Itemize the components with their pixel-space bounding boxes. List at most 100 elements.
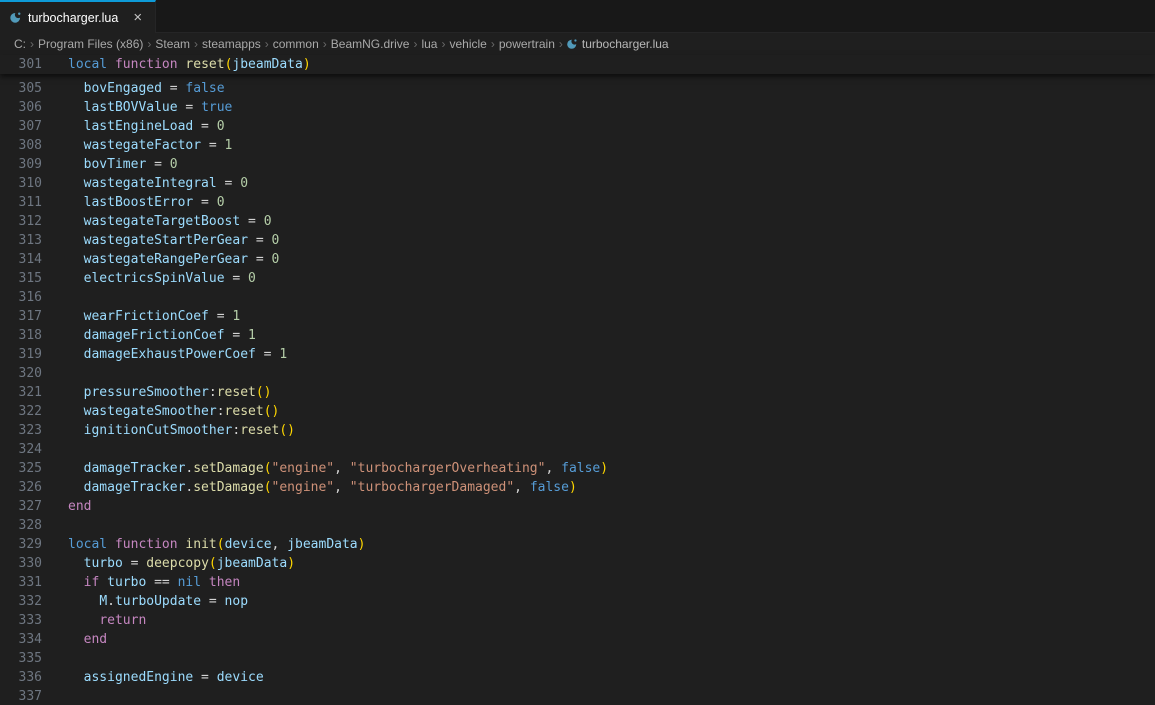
code-line[interactable]: 312 wastegateTargetBoost = 0 xyxy=(0,212,1155,231)
line-number[interactable]: 332 xyxy=(0,592,42,611)
code-line[interactable]: 327end xyxy=(0,497,1155,516)
line-content xyxy=(42,516,68,535)
close-icon[interactable]: × xyxy=(130,9,145,26)
line-number[interactable]: 323 xyxy=(0,421,42,440)
code-line[interactable]: 322 wastegateSmoother:reset() xyxy=(0,402,1155,421)
code-line[interactable]: 311 lastBoostError = 0 xyxy=(0,193,1155,212)
line-number[interactable]: 319 xyxy=(0,345,42,364)
line-number[interactable]: 317 xyxy=(0,307,42,326)
line-number[interactable]: 334 xyxy=(0,630,42,649)
sticky-line[interactable]: 301local function reset(jbeamData) xyxy=(0,55,1155,74)
breadcrumb-item[interactable]: steamapps xyxy=(201,37,262,51)
line-number[interactable]: 326 xyxy=(0,478,42,497)
breadcrumb-file[interactable]: turbocharger.lua xyxy=(566,37,669,51)
code-line[interactable]: 310 wastegateIntegral = 0 xyxy=(0,174,1155,193)
line-number[interactable]: 307 xyxy=(0,117,42,136)
line-number[interactable]: 320 xyxy=(0,364,42,383)
line-number[interactable]: 335 xyxy=(0,649,42,668)
line-number[interactable]: 322 xyxy=(0,402,42,421)
line-number[interactable]: 324 xyxy=(0,440,42,459)
line-number[interactable]: 306 xyxy=(0,98,42,117)
code-line[interactable]: 321 pressureSmoother:reset() xyxy=(0,383,1155,402)
line-number[interactable]: 330 xyxy=(0,554,42,573)
code-line[interactable]: 331 if turbo == nil then xyxy=(0,573,1155,592)
breadcrumb-item[interactable]: lua xyxy=(420,37,438,51)
line-content: electricsSpinValue = 0 xyxy=(42,269,256,288)
code-line[interactable]: 307 lastEngineLoad = 0 xyxy=(0,117,1155,136)
line-number[interactable]: 314 xyxy=(0,250,42,269)
breadcrumb-item[interactable]: Steam xyxy=(154,37,191,51)
code-line[interactable]: 332 M.turboUpdate = nop xyxy=(0,592,1155,611)
breadcrumb-item[interactable]: common xyxy=(272,37,320,51)
code-line[interactable]: 323 ignitionCutSmoother:reset() xyxy=(0,421,1155,440)
tab-turbocharger-lua[interactable]: turbocharger.lua × xyxy=(0,0,156,33)
line-number[interactable]: 318 xyxy=(0,326,42,345)
code-line[interactable]: 309 bovTimer = 0 xyxy=(0,155,1155,174)
line-number[interactable]: 321 xyxy=(0,383,42,402)
code-line[interactable]: 325 damageTracker.setDamage("engine", "t… xyxy=(0,459,1155,478)
line-number[interactable]: 331 xyxy=(0,573,42,592)
line-number[interactable]: 315 xyxy=(0,269,42,288)
lua-icon xyxy=(9,11,22,24)
code-line[interactable]: 313 wastegateStartPerGear = 0 xyxy=(0,231,1155,250)
line-content xyxy=(42,364,68,383)
breadcrumb-file-label: turbocharger.lua xyxy=(582,37,669,51)
code-line[interactable]: 324 xyxy=(0,440,1155,459)
line-number[interactable]: 336 xyxy=(0,668,42,687)
line-content: wastegateIntegral = 0 xyxy=(42,174,248,193)
code-line[interactable]: 330 turbo = deepcopy(jbeamData) xyxy=(0,554,1155,573)
line-content: wastegateSmoother:reset() xyxy=(42,402,279,421)
breadcrumb-item[interactable]: powertrain xyxy=(498,37,556,51)
line-content: bovEngaged = false xyxy=(42,79,225,98)
line-content: damageFrictionCoef = 1 xyxy=(42,326,256,345)
code-line[interactable]: 315 electricsSpinValue = 0 xyxy=(0,269,1155,288)
line-number[interactable]: 305 xyxy=(0,79,42,98)
code-line[interactable]: 329local function init(device, jbeamData… xyxy=(0,535,1155,554)
line-number[interactable]: 308 xyxy=(0,136,42,155)
line-number[interactable]: 333 xyxy=(0,611,42,630)
line-content: wastegateFactor = 1 xyxy=(42,136,232,155)
breadcrumb-item[interactable]: C: xyxy=(13,37,27,51)
code-line[interactable]: 317 wearFrictionCoef = 1 xyxy=(0,307,1155,326)
code-line[interactable]: 314 wastegateRangePerGear = 0 xyxy=(0,250,1155,269)
line-number[interactable]: 327 xyxy=(0,497,42,516)
code-line[interactable]: 308 wastegateFactor = 1 xyxy=(0,136,1155,155)
line-number[interactable]: 311 xyxy=(0,193,42,212)
code-line[interactable]: 337 xyxy=(0,687,1155,705)
line-number[interactable]: 310 xyxy=(0,174,42,193)
code-line[interactable]: 334 end xyxy=(0,630,1155,649)
line-content: ignitionCutSmoother:reset() xyxy=(42,421,295,440)
line-number[interactable]: 329 xyxy=(0,535,42,554)
sticky-scroll[interactable]: 301local function reset(jbeamData) xyxy=(0,55,1155,74)
line-content xyxy=(42,687,68,705)
breadcrumb-item[interactable]: vehicle xyxy=(448,37,487,51)
line-number[interactable]: 312 xyxy=(0,212,42,231)
code-line[interactable]: 305 bovEngaged = false xyxy=(0,79,1155,98)
code-line[interactable]: 306 lastBOVValue = true xyxy=(0,98,1155,117)
code-line[interactable]: 335 xyxy=(0,649,1155,668)
line-number[interactable]: 309 xyxy=(0,155,42,174)
code-line[interactable]: 320 xyxy=(0,364,1155,383)
code-line[interactable]: 326 damageTracker.setDamage("engine", "t… xyxy=(0,478,1155,497)
line-number[interactable]: 301 xyxy=(0,55,42,74)
line-number[interactable]: 328 xyxy=(0,516,42,535)
tab-title: turbocharger.lua xyxy=(28,11,118,25)
line-number[interactable]: 325 xyxy=(0,459,42,478)
line-content xyxy=(42,288,68,307)
code-line[interactable]: 333 return xyxy=(0,611,1155,630)
breadcrumb-item[interactable]: BeamNG.drive xyxy=(330,37,411,51)
chevron-right-icon: › xyxy=(194,37,198,51)
line-content: bovTimer = 0 xyxy=(42,155,178,174)
code-line[interactable]: 328 xyxy=(0,516,1155,535)
code-line[interactable]: 318 damageFrictionCoef = 1 xyxy=(0,326,1155,345)
line-number[interactable]: 316 xyxy=(0,288,42,307)
breadcrumb-item[interactable]: Program Files (x86) xyxy=(37,37,144,51)
code-line[interactable]: 319 damageExhaustPowerCoef = 1 xyxy=(0,345,1155,364)
line-content: local function reset(jbeamData) xyxy=(42,55,311,74)
code-line[interactable]: 316 xyxy=(0,288,1155,307)
line-content: damageTracker.setDamage("engine", "turbo… xyxy=(42,478,577,497)
code-line[interactable]: 336 assignedEngine = device xyxy=(0,668,1155,687)
line-number[interactable]: 337 xyxy=(0,687,42,705)
line-number[interactable]: 313 xyxy=(0,231,42,250)
editor[interactable]: 301local function reset(jbeamData) 305 b… xyxy=(0,55,1155,705)
